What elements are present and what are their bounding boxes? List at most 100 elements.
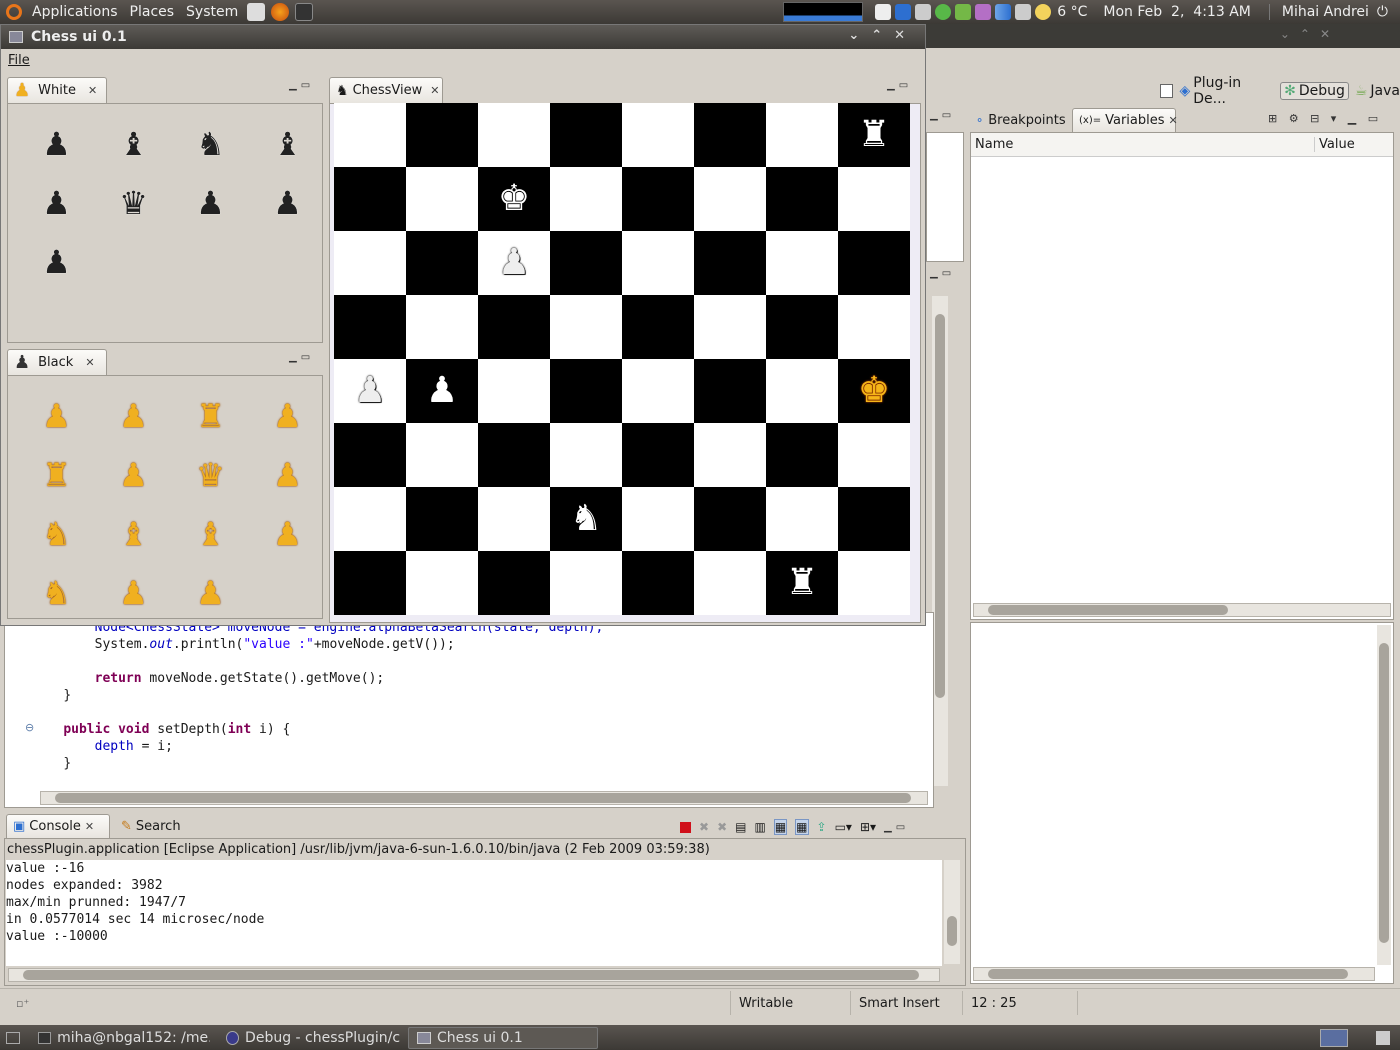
firefox-launcher-icon[interactable] xyxy=(271,3,290,21)
settings-applet-icon[interactable] xyxy=(975,4,992,20)
board-square[interactable]: ♜ xyxy=(766,551,838,615)
board-square[interactable] xyxy=(406,167,478,231)
fold-icon[interactable]: ⊖ xyxy=(25,721,34,734)
perspective-debug[interactable]: ✻ Debug xyxy=(1280,82,1349,100)
board-square[interactable] xyxy=(334,103,406,167)
chess-titlebar[interactable]: Chess ui 0.1 ⌄⌃✕ xyxy=(1,25,925,49)
chess-piece[interactable]: ♞ xyxy=(570,501,602,537)
view-minmax[interactable]: ▁▭ xyxy=(887,80,912,91)
close-icon[interactable]: ✕ xyxy=(85,356,94,369)
view-minmax[interactable]: ▁▭ xyxy=(289,80,314,91)
board-square[interactable] xyxy=(550,551,622,615)
board-square[interactable] xyxy=(694,551,766,615)
tab-console[interactable]: ▣ Console ✕ xyxy=(6,814,110,838)
tab-search[interactable]: ✎ Search xyxy=(114,814,194,838)
view-minmax-2[interactable]: ▁▭ xyxy=(930,268,955,279)
task-eclipse[interactable]: Debug - chessPlugin/c... xyxy=(218,1027,408,1049)
board-square[interactable] xyxy=(334,167,406,231)
chess-board[interactable]: ♜ ♚ ♟ ♟ ♟ ♚ ♞ ♜ xyxy=(334,103,912,615)
board-square[interactable] xyxy=(766,167,838,231)
workspace-switcher[interactable] xyxy=(1320,1028,1348,1047)
weather-temperature[interactable]: 6 °C xyxy=(1057,4,1087,20)
board-square[interactable] xyxy=(838,167,910,231)
board-square[interactable] xyxy=(550,359,622,423)
board-square[interactable] xyxy=(406,423,478,487)
chess-piece[interactable]: ♟ xyxy=(426,373,458,409)
board-square[interactable] xyxy=(550,167,622,231)
board-square[interactable] xyxy=(694,487,766,551)
places-menu[interactable]: Places xyxy=(124,4,181,20)
board-square[interactable] xyxy=(406,231,478,295)
remove-launch-icon[interactable]: ✖ xyxy=(699,820,709,834)
applications-menu[interactable]: Applications xyxy=(26,4,124,20)
console-vscrollbar[interactable] xyxy=(944,860,960,964)
console-hscrollbar[interactable] xyxy=(8,968,940,982)
board-square[interactable] xyxy=(478,103,550,167)
volume-icon[interactable] xyxy=(1015,4,1032,20)
chess-piece[interactable]: ♚ xyxy=(858,373,890,409)
board-square[interactable] xyxy=(334,231,406,295)
clock[interactable]: Mon Feb 2, 4:13 AM xyxy=(1103,4,1250,20)
tab-chessview[interactable]: ♞ ChessView ✕ xyxy=(329,77,443,103)
window-controls[interactable]: ⌄⌃✕ xyxy=(848,28,917,43)
clear-console-icon[interactable]: ▤ xyxy=(735,820,746,834)
tab-white[interactable]: ♟ White ✕ xyxy=(7,77,107,103)
board-square[interactable] xyxy=(478,295,550,359)
board-square[interactable]: ♚ xyxy=(478,167,550,231)
board-square[interactable] xyxy=(694,295,766,359)
board-square[interactable]: ♞ xyxy=(550,487,622,551)
update-icon[interactable] xyxy=(955,4,972,20)
board-square[interactable]: ♟ xyxy=(334,359,406,423)
board-square[interactable] xyxy=(838,295,910,359)
board-square[interactable] xyxy=(478,551,550,615)
board-square[interactable] xyxy=(694,103,766,167)
console-minmax[interactable]: ▁▭ xyxy=(884,822,909,833)
power-icon[interactable]: ⏻ xyxy=(1377,4,1388,20)
board-square[interactable] xyxy=(478,487,550,551)
tab-breakpoints[interactable]: ⚬ Breakpoints xyxy=(968,108,1074,132)
cursor-applet-icon[interactable] xyxy=(875,4,892,20)
detail-hscrollbar[interactable] xyxy=(973,967,1375,981)
board-square[interactable] xyxy=(694,231,766,295)
column-name[interactable]: Name xyxy=(971,137,1315,152)
chess-piece[interactable]: ♚ xyxy=(498,181,530,217)
task-chess-ui[interactable]: Chess ui 0.1 xyxy=(408,1026,598,1049)
tab-black[interactable]: ♟ Black ✕ xyxy=(7,349,107,375)
open-console-icon[interactable]: ⊞▾ xyxy=(860,820,876,834)
terminal-launcher-icon[interactable] xyxy=(295,3,314,21)
board-square[interactable] xyxy=(406,295,478,359)
column-value[interactable]: Value xyxy=(1315,137,1355,152)
bluetooth-icon[interactable] xyxy=(895,4,912,20)
board-square[interactable] xyxy=(694,359,766,423)
device-icon[interactable] xyxy=(915,4,932,20)
board-square[interactable] xyxy=(550,423,622,487)
board-square[interactable] xyxy=(622,231,694,295)
board-square[interactable] xyxy=(622,167,694,231)
close-icon[interactable]: ✕ xyxy=(85,820,94,833)
board-square[interactable] xyxy=(766,359,838,423)
pin-console-icon[interactable]: ⇪ xyxy=(817,820,827,834)
close-icon[interactable]: ✕ xyxy=(430,84,439,97)
board-square[interactable] xyxy=(334,551,406,615)
board-square[interactable] xyxy=(838,231,910,295)
board-square[interactable] xyxy=(766,423,838,487)
show-stderr-icon[interactable]: ▦ xyxy=(795,819,809,835)
eclipse-window-controls[interactable]: ⌄⌃✕ xyxy=(1280,27,1340,41)
chess-piece[interactable]: ♟ xyxy=(498,245,530,281)
ubuntu-logo-icon[interactable] xyxy=(6,4,22,20)
user-menu[interactable]: Mihai Andrei xyxy=(1268,4,1369,20)
board-square[interactable] xyxy=(478,423,550,487)
fast-view-icon[interactable]: ▫⁺ xyxy=(16,997,29,1010)
scroll-thumb[interactable] xyxy=(935,314,945,698)
chess-piece[interactable]: ♟ xyxy=(354,373,386,409)
editor-vertical-scrollbar[interactable] xyxy=(932,296,948,786)
detail-vscrollbar[interactable] xyxy=(1377,625,1391,965)
board-square[interactable] xyxy=(766,103,838,167)
board-square[interactable] xyxy=(334,423,406,487)
scroll-lock-icon[interactable]: ▥ xyxy=(754,820,765,834)
close-icon[interactable]: ✕ xyxy=(1169,114,1178,127)
view-minmax[interactable]: ▁▭ xyxy=(289,352,314,363)
board-square[interactable] xyxy=(334,295,406,359)
open-perspective-icon[interactable] xyxy=(1160,84,1174,98)
board-square[interactable] xyxy=(766,487,838,551)
